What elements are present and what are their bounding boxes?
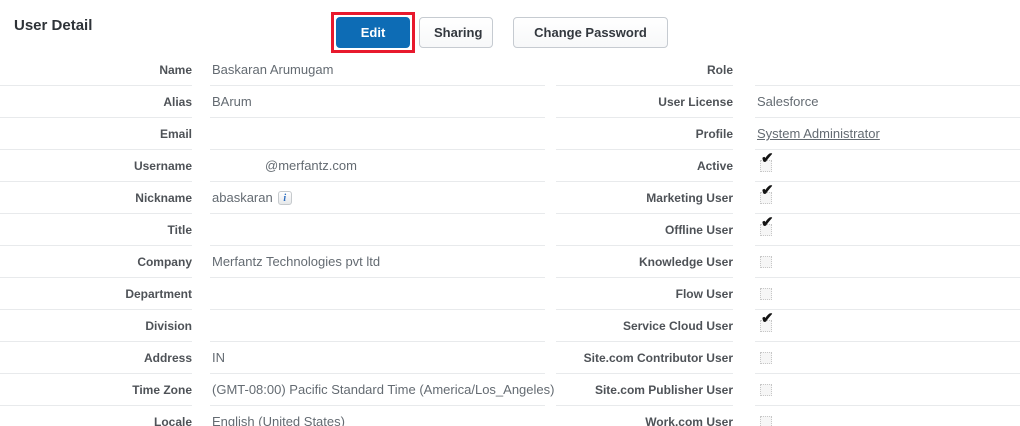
- checkbox-checked-icon: ✔: [760, 151, 774, 172]
- field-label: Username: [0, 150, 192, 182]
- field-value: English (United States): [212, 414, 345, 426]
- field-value-cell: (GMT-08:00) Pacific Standard Time (Ameri…: [210, 374, 554, 406]
- check-icon: ✔: [761, 181, 774, 199]
- checkbox-unchecked-icon: [760, 255, 772, 268]
- field-value-cell: English (United States): [210, 406, 545, 426]
- info-icon[interactable]: i: [277, 190, 292, 205]
- checkbox-checked-icon: ✔: [760, 311, 774, 332]
- field-value-cell: Baskaran Arumugam: [210, 54, 545, 86]
- checkbox-unchecked-icon: [760, 287, 772, 300]
- checkbox-checked-icon: ✔: [760, 183, 774, 204]
- field-label: Service Cloud User: [556, 310, 733, 342]
- field-label: Department: [0, 278, 192, 310]
- sharing-button[interactable]: Sharing: [419, 17, 493, 48]
- field-value: (GMT-08:00) Pacific Standard Time (Ameri…: [212, 382, 555, 397]
- field-value-cell: [210, 278, 545, 310]
- field-label: Time Zone: [0, 374, 192, 406]
- page-title: User Detail: [14, 17, 93, 34]
- field-value: abaskaran: [212, 190, 273, 205]
- checkbox-unchecked-icon: [760, 351, 772, 364]
- checkbox-checked-icon: ✔: [760, 215, 774, 236]
- field-value-cell: System Administrator: [755, 118, 1020, 150]
- field-value: @merfantz.com: [265, 158, 357, 173]
- field-value-cell: [755, 374, 1020, 406]
- field-label: Company: [0, 246, 192, 278]
- field-value-cell: [755, 246, 1020, 278]
- field-value-cell: [210, 310, 545, 342]
- field-value-cell: IN: [210, 342, 545, 374]
- field-value-cell: ✔: [755, 214, 1020, 246]
- field-value-cell: ✔: [755, 310, 1020, 342]
- field-value: Baskaran Arumugam: [212, 62, 334, 77]
- field-value-cell: ✔: [755, 182, 1020, 214]
- field-value-cell: [755, 406, 1020, 426]
- checkbox-unchecked-icon: [760, 383, 772, 396]
- edit-button[interactable]: Edit: [336, 17, 410, 48]
- field-value-cell: [210, 118, 545, 150]
- field-label: Alias: [0, 86, 192, 118]
- field-label: Title: [0, 214, 192, 246]
- field-value: IN: [212, 350, 225, 365]
- field-value-cell: Merfantz Technologies pvt ltd: [210, 246, 545, 278]
- field-label: User License: [556, 86, 733, 118]
- user-detail-table: Name Baskaran Arumugam Role Alias BArum User …: [0, 54, 1020, 426]
- field-label: Role: [556, 54, 733, 86]
- field-value-cell: BArum: [210, 86, 545, 118]
- field-value-cell: [755, 342, 1020, 374]
- field-label: Address: [0, 342, 192, 374]
- field-label: Active: [556, 150, 733, 182]
- field-label: Name: [0, 54, 192, 86]
- user-detail-page: User Detail Edit Sharing Change Password…: [0, 0, 1020, 426]
- detail-header: User Detail Edit Sharing Change Password: [0, 0, 1020, 54]
- change-password-button[interactable]: Change Password: [513, 17, 668, 48]
- check-icon: ✔: [761, 213, 774, 231]
- field-value-cell: [755, 54, 1020, 86]
- field-label: Site.com Contributor User: [556, 342, 733, 374]
- field-label: Site.com Publisher User: [556, 374, 733, 406]
- field-value-cell: ✔: [755, 150, 1020, 182]
- field-value: Salesforce: [757, 94, 819, 109]
- check-icon: ✔: [761, 309, 774, 327]
- field-label: Division: [0, 310, 192, 342]
- field-label: Nickname: [0, 182, 192, 214]
- field-label: Locale: [0, 406, 192, 426]
- profile-link[interactable]: System Administrator: [757, 126, 880, 141]
- field-value-cell: abaskaran i: [210, 182, 545, 214]
- field-value-cell: @merfantz.com: [210, 150, 545, 182]
- field-label: Marketing User: [556, 182, 733, 214]
- field-value: Merfantz Technologies pvt ltd: [212, 254, 381, 269]
- field-value-cell: [755, 278, 1020, 310]
- field-label: Profile: [556, 118, 733, 150]
- field-value-cell: [210, 214, 545, 246]
- field-value: BArum: [212, 94, 252, 109]
- field-label: Email: [0, 118, 192, 150]
- field-label: Work.com User: [556, 406, 733, 426]
- toolbar: Edit Sharing Change Password: [331, 12, 668, 53]
- field-label: Knowledge User: [556, 246, 733, 278]
- field-label: Offline User: [556, 214, 733, 246]
- edit-annotation-box: Edit: [331, 12, 415, 53]
- field-label: Flow User: [556, 278, 733, 310]
- field-value-cell: Salesforce: [755, 86, 1020, 118]
- check-icon: ✔: [761, 149, 774, 167]
- checkbox-unchecked-icon: [760, 415, 772, 426]
